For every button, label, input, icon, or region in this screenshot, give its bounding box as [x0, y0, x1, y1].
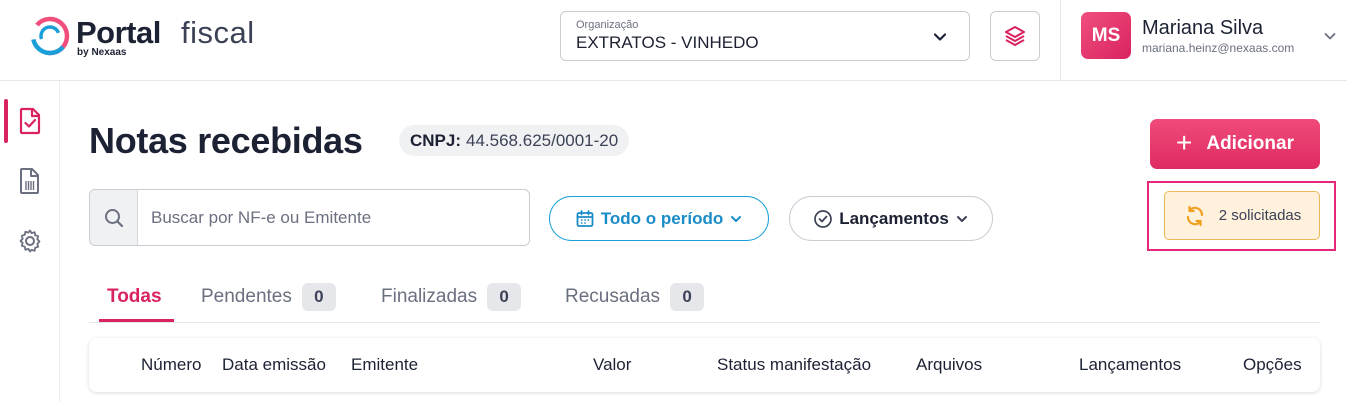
user-name[interactable]: Mariana Silva: [1142, 17, 1263, 40]
organization-select[interactable]: Organização EXTRATOS - VINHEDO: [560, 11, 970, 61]
active-tab-underline: [99, 319, 174, 322]
page-title: Notas recebidas: [89, 120, 363, 161]
tab-count-badge: 0: [301, 282, 336, 311]
sync-icon: [1186, 205, 1203, 226]
cnpj-value: 44.568.625/0001-20: [466, 130, 619, 150]
status-tabs: Todas Pendentes 0 Finalizadas 0 Recusada…: [89, 270, 1320, 323]
top-bar: Portal fiscal by Nexaas Organização EXTR…: [0, 0, 1347, 81]
column-header-numero[interactable]: Número: [141, 355, 201, 375]
barcode-document-icon: [20, 168, 39, 194]
column-header-lancamentos[interactable]: Lançamentos: [1079, 355, 1181, 375]
search-icon-box: [90, 190, 138, 245]
cnpj-badge: CNPJ: 44.568.625/0001-20: [399, 125, 630, 156]
column-header-arquivos[interactable]: Arquivos: [916, 355, 982, 375]
tab-count-badge: 0: [487, 282, 522, 311]
search-icon: [104, 208, 123, 227]
logo-mark-icon: [30, 16, 70, 56]
launches-filter-button[interactable]: Lançamentos: [789, 196, 993, 241]
tab-todas[interactable]: Todas: [107, 270, 162, 323]
logo-product-text: fiscal: [181, 15, 255, 50]
launches-filter-label: Lançamentos: [839, 208, 949, 228]
sidebar-item-settings[interactable]: [0, 219, 60, 263]
tab-finalizadas[interactable]: Finalizadas 0: [381, 270, 522, 323]
invoice-check-icon: [19, 107, 41, 135]
tab-label: Finalizadas: [381, 285, 478, 307]
chevron-down-icon: [731, 215, 742, 222]
plus-icon: +: [1176, 126, 1193, 158]
organization-value: EXTRATOS - VINHEDO: [576, 33, 759, 52]
tab-label: Pendentes: [201, 285, 292, 307]
sidebar-item-boletos[interactable]: [0, 159, 60, 203]
user-email: mariana.heinz@nexaas.com: [1142, 41, 1295, 55]
column-header-status-manifestacao[interactable]: Status manifestação: [717, 355, 871, 375]
search-box[interactable]: [89, 189, 530, 246]
tab-label: Todas: [107, 285, 162, 307]
chevron-down-icon: [956, 215, 967, 222]
tab-label: Recusadas: [565, 285, 661, 307]
column-header-valor[interactable]: Valor: [593, 355, 631, 375]
requests-button[interactable]: 2 solicitadas: [1164, 191, 1320, 240]
avatar[interactable]: MS: [1081, 12, 1131, 59]
tab-pendentes[interactable]: Pendentes 0: [201, 270, 336, 323]
layers-icon: [1005, 26, 1025, 46]
cnpj-label: CNPJ:: [410, 130, 462, 150]
period-filter-label: Todo o período: [600, 208, 724, 228]
requests-label: 2 solicitadas: [1218, 207, 1302, 224]
tab-count-badge: 0: [670, 282, 705, 311]
portal-fiscal-logo[interactable]: Portal fiscal by Nexaas: [28, 12, 278, 58]
column-header-emitente[interactable]: Emitente: [351, 355, 418, 375]
logo-brand-text: Portal: [76, 15, 161, 50]
period-filter-button[interactable]: Todo o período: [549, 196, 769, 241]
gear-icon: [19, 229, 41, 253]
add-button-label: Adicionar: [1206, 133, 1294, 154]
layers-button[interactable]: [990, 11, 1040, 61]
check-circle-icon: [814, 209, 833, 228]
table-header: Número Data emissão Emitente Valor Statu…: [89, 338, 1320, 392]
column-header-data-emissao[interactable]: Data emissão: [222, 355, 326, 375]
organization-label: Organização: [576, 19, 639, 31]
sidebar: [0, 81, 60, 402]
calendar-icon: [576, 209, 594, 227]
chevron-down-icon: [933, 33, 947, 41]
tab-recusadas[interactable]: Recusadas 0: [565, 270, 705, 323]
search-input[interactable]: [139, 190, 529, 245]
sidebar-item-notas[interactable]: [0, 99, 60, 143]
add-button[interactable]: + Adicionar: [1150, 119, 1320, 169]
logo-byline: by Nexaas: [77, 47, 127, 58]
header-divider: [1060, 0, 1061, 81]
user-menu-chevron-icon[interactable]: [1322, 28, 1338, 44]
column-header-opcoes[interactable]: Opções: [1243, 355, 1302, 375]
